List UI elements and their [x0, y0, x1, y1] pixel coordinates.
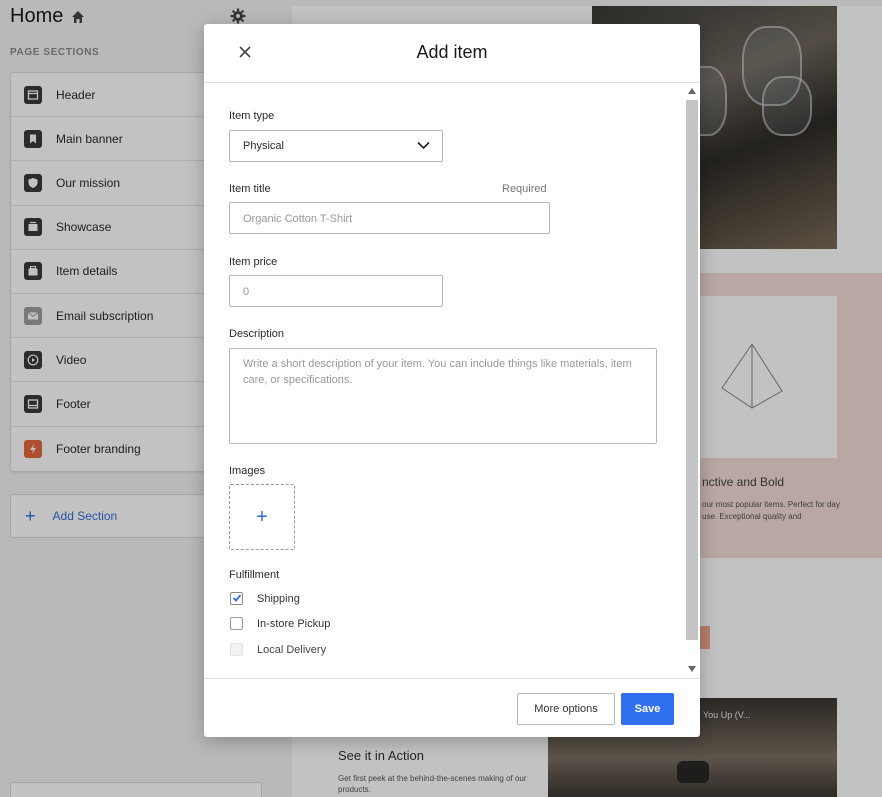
item-price-placeholder: 0 [243, 286, 250, 298]
pickup-label: In-store Pickup [257, 617, 331, 630]
item-price-input[interactable]: 0 [229, 275, 443, 307]
item-type-label: Item type [229, 110, 275, 122]
plus-icon: + [256, 505, 268, 528]
description-label: Description [229, 328, 285, 340]
description-placeholder: Write a short description of your item. … [243, 358, 632, 386]
scroll-up-arrow-icon[interactable] [688, 88, 696, 94]
item-type-value: Physical [243, 140, 284, 152]
shipping-label: Shipping [257, 592, 300, 605]
modal-footer: More options Save [204, 678, 700, 737]
required-indicator: Required [502, 183, 547, 195]
item-type-select[interactable]: Physical [229, 130, 443, 162]
checkmark-icon [232, 594, 242, 602]
fulfillment-label: Fulfillment [229, 569, 280, 581]
add-item-modal: Add item Item type Physical Item title R… [204, 24, 700, 737]
local-delivery-label: Local Delivery [257, 643, 327, 656]
more-options-button[interactable]: More options [517, 693, 615, 725]
save-button[interactable]: Save [621, 693, 674, 725]
modal-body: Item type Physical Item title Required O… [204, 83, 700, 678]
description-textarea[interactable]: Write a short description of your item. … [229, 348, 657, 444]
pickup-checkbox[interactable] [230, 617, 243, 630]
modal-header: Add item [204, 24, 700, 83]
item-title-label: Item title [229, 183, 271, 195]
shipping-checkbox[interactable] [230, 592, 243, 605]
local-delivery-checkbox-row: Local Delivery [230, 643, 326, 656]
modal-scrollbar[interactable] [685, 83, 699, 678]
images-label: Images [229, 465, 266, 477]
scrollbar-thumb[interactable] [686, 100, 698, 640]
item-title-placeholder: Organic Cotton T-Shirt [243, 213, 353, 225]
pickup-checkbox-row[interactable]: In-store Pickup [230, 617, 330, 630]
chevron-down-icon [417, 141, 430, 150]
scroll-down-arrow-icon[interactable] [688, 666, 696, 672]
shipping-checkbox-row[interactable]: Shipping [230, 592, 300, 605]
modal-title: Add item [416, 42, 488, 62]
item-price-label: Item price [229, 256, 278, 268]
local-delivery-checkbox [230, 643, 243, 656]
item-title-input[interactable]: Organic Cotton T-Shirt [229, 202, 550, 234]
add-image-button[interactable]: + [229, 484, 295, 550]
